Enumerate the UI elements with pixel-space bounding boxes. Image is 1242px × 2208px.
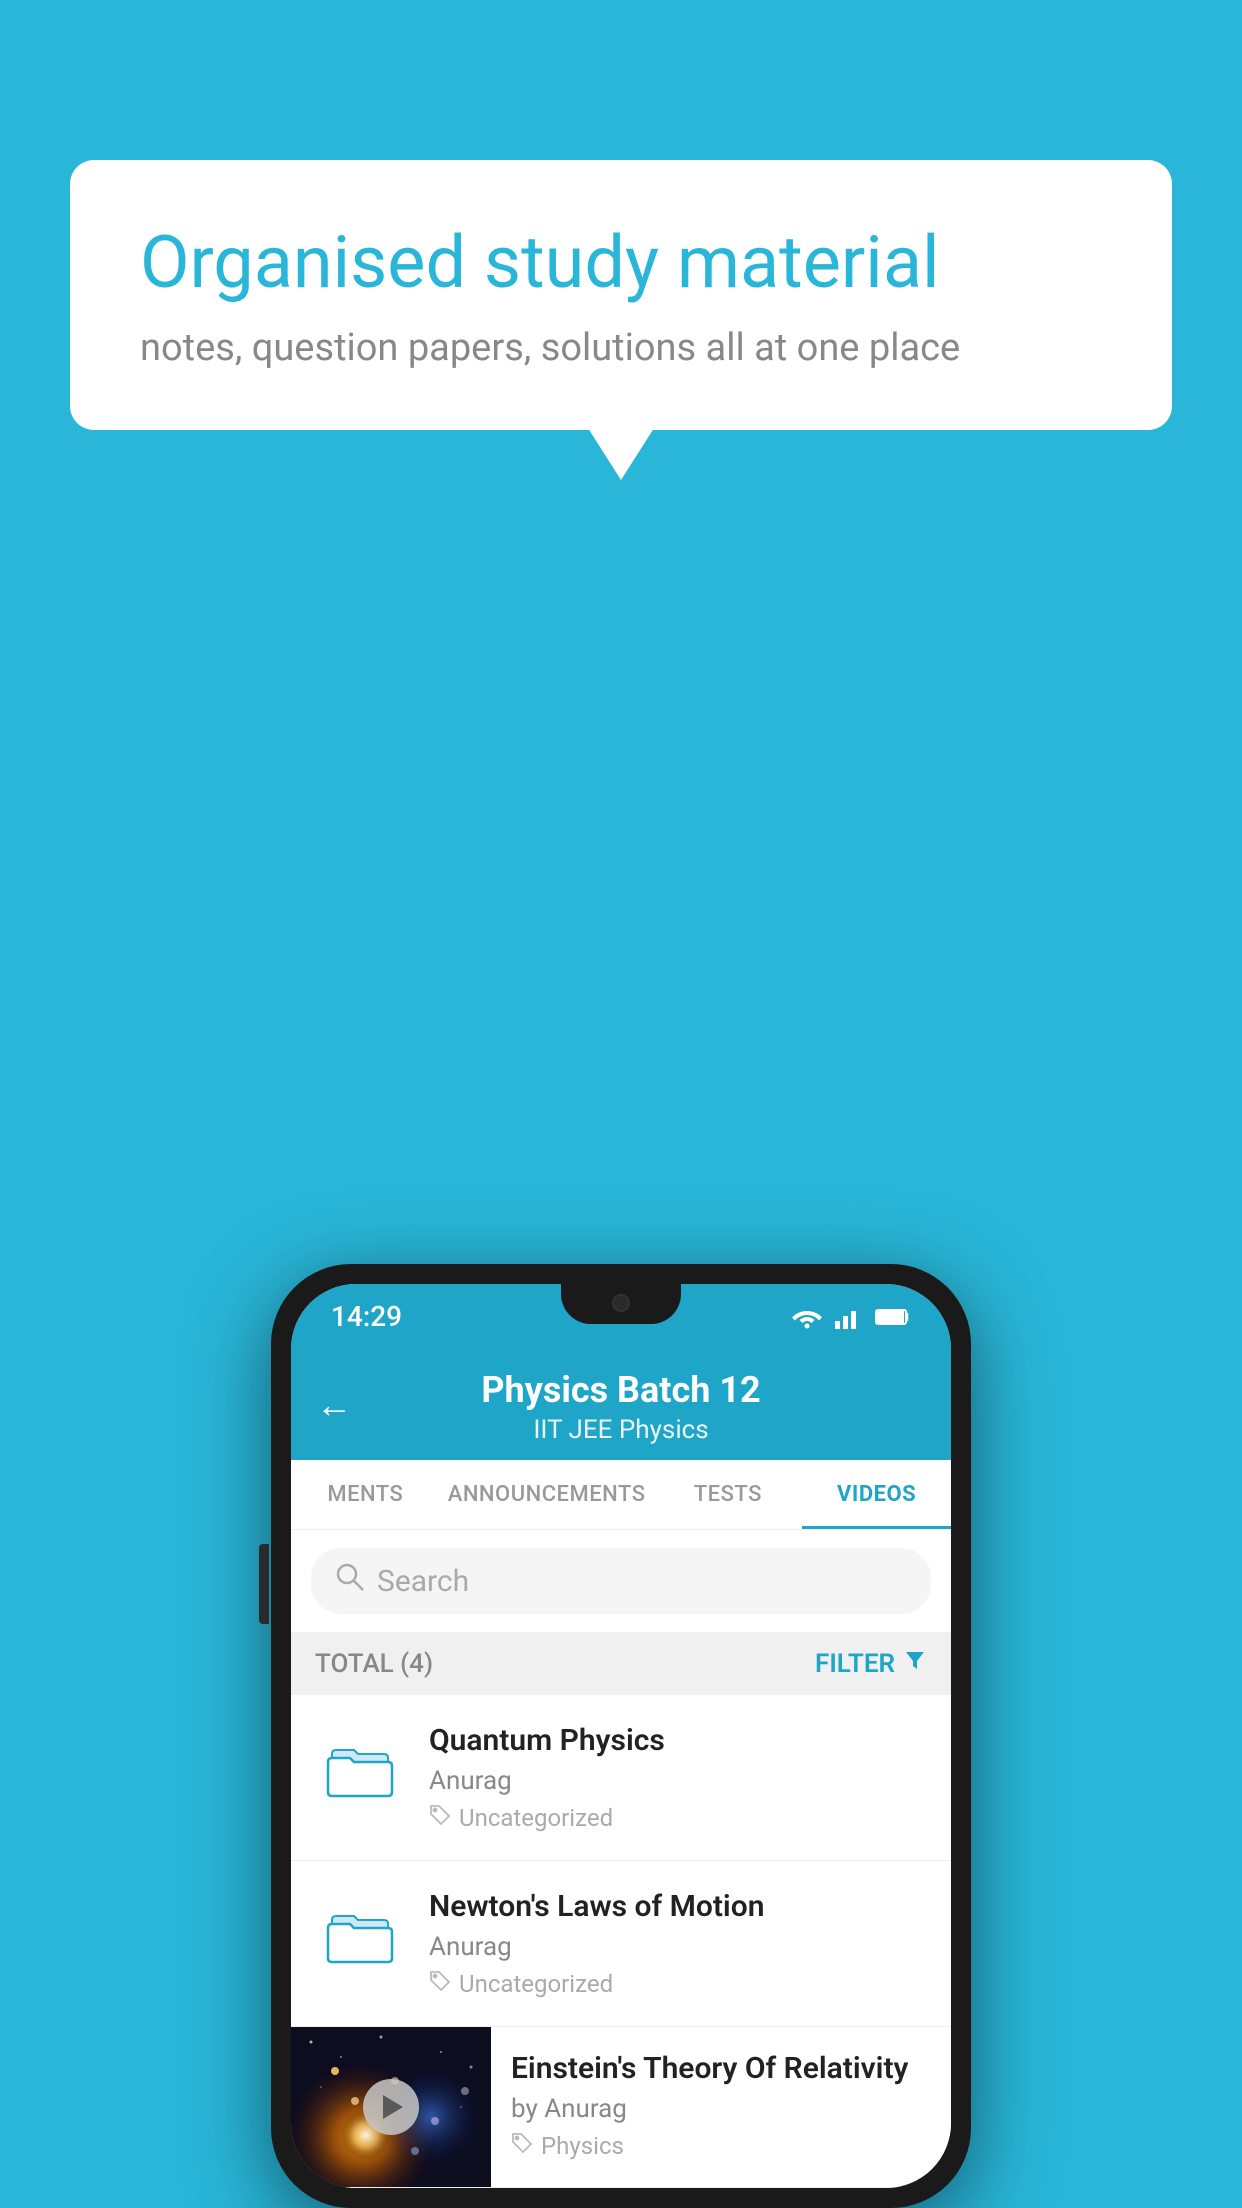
video-author-einstein: by Anurag [511,2094,931,2124]
tag-icon-quantum [429,1804,451,1832]
folder-icon-quantum [324,1732,396,1804]
camera-notch [612,1294,630,1312]
back-button[interactable]: ← [316,1384,352,1426]
folder-icon-newton [324,1898,396,1970]
signal-icon [835,1305,863,1329]
phone-device: 14:29 [271,1264,971,2208]
video-title-newton: Newton's Laws of Motion [429,1889,927,1924]
video-title-quantum: Quantum Physics [429,1723,927,1758]
speech-bubble-container: Organised study material notes, question… [70,160,1172,430]
video-info-quantum: Quantum Physics Anurag Uncategorized [429,1723,927,1832]
video-title-einstein: Einstein's Theory Of Relativity [511,2051,931,2086]
filter-button[interactable]: FILTER [815,1648,927,1679]
status-bar: 14:29 [291,1284,951,1349]
app-header: ← Physics Batch 12 IIT JEE Physics [291,1349,951,1460]
status-icons [791,1305,911,1329]
bubble-title: Organised study material [140,220,1102,306]
wifi-icon [791,1305,823,1329]
tag-icon-newton [429,1970,451,1998]
tab-videos[interactable]: VIDEOS [802,1460,951,1529]
total-count: TOTAL (4) [315,1649,433,1679]
video-tag-newton: Uncategorized [429,1970,927,1998]
phone-screen: 14:29 [291,1284,951,2188]
search-icon [335,1562,365,1600]
search-container: Search [291,1530,951,1632]
tab-bar: MENTS ANNOUNCEMENTS TESTS VIDEOS [291,1460,951,1530]
video-item-einstein[interactable]: Einstein's Theory Of Relativity by Anura… [291,2027,951,2188]
folder-thumb-newton [315,1889,405,1979]
video-tag-einstein: Physics [511,2132,931,2160]
tab-ments[interactable]: MENTS [291,1460,440,1529]
search-bar[interactable]: Search [311,1548,931,1614]
phone-shell: 14:29 [271,1264,971,2208]
video-info-einstein: Einstein's Theory Of Relativity by Anura… [491,2027,951,2184]
header-subtitle: IIT JEE Physics [321,1415,921,1445]
notch [561,1284,681,1324]
bubble-subtitle: notes, question papers, solutions all at… [140,326,1102,370]
video-item-newton[interactable]: Newton's Laws of Motion Anurag Uncategor… [291,1861,951,2027]
filter-label: FILTER [815,1649,895,1679]
video-author-newton: Anurag [429,1932,927,1962]
video-info-newton: Newton's Laws of Motion Anurag Uncategor… [429,1889,927,1998]
tag-icon-einstein [511,2132,533,2160]
video-tag-quantum: Uncategorized [429,1804,927,1832]
tab-announcements[interactable]: ANNOUNCEMENTS [440,1460,654,1529]
video-thumbnail-einstein [291,2027,491,2187]
folder-thumb-quantum [315,1723,405,1813]
search-input-placeholder: Search [377,1564,469,1599]
filter-icon [903,1648,927,1679]
play-triangle-icon [383,2095,403,2119]
battery-icon [875,1307,911,1327]
header-title: Physics Batch 12 [321,1369,921,1411]
speech-bubble: Organised study material notes, question… [70,160,1172,430]
video-item-quantum[interactable]: Quantum Physics Anurag Uncategorized [291,1695,951,1861]
status-time: 14:29 [331,1300,402,1333]
play-button-einstein[interactable] [363,2079,419,2135]
video-author-quantum: Anurag [429,1766,927,1796]
filter-row: TOTAL (4) FILTER [291,1632,951,1695]
tab-tests[interactable]: TESTS [654,1460,803,1529]
